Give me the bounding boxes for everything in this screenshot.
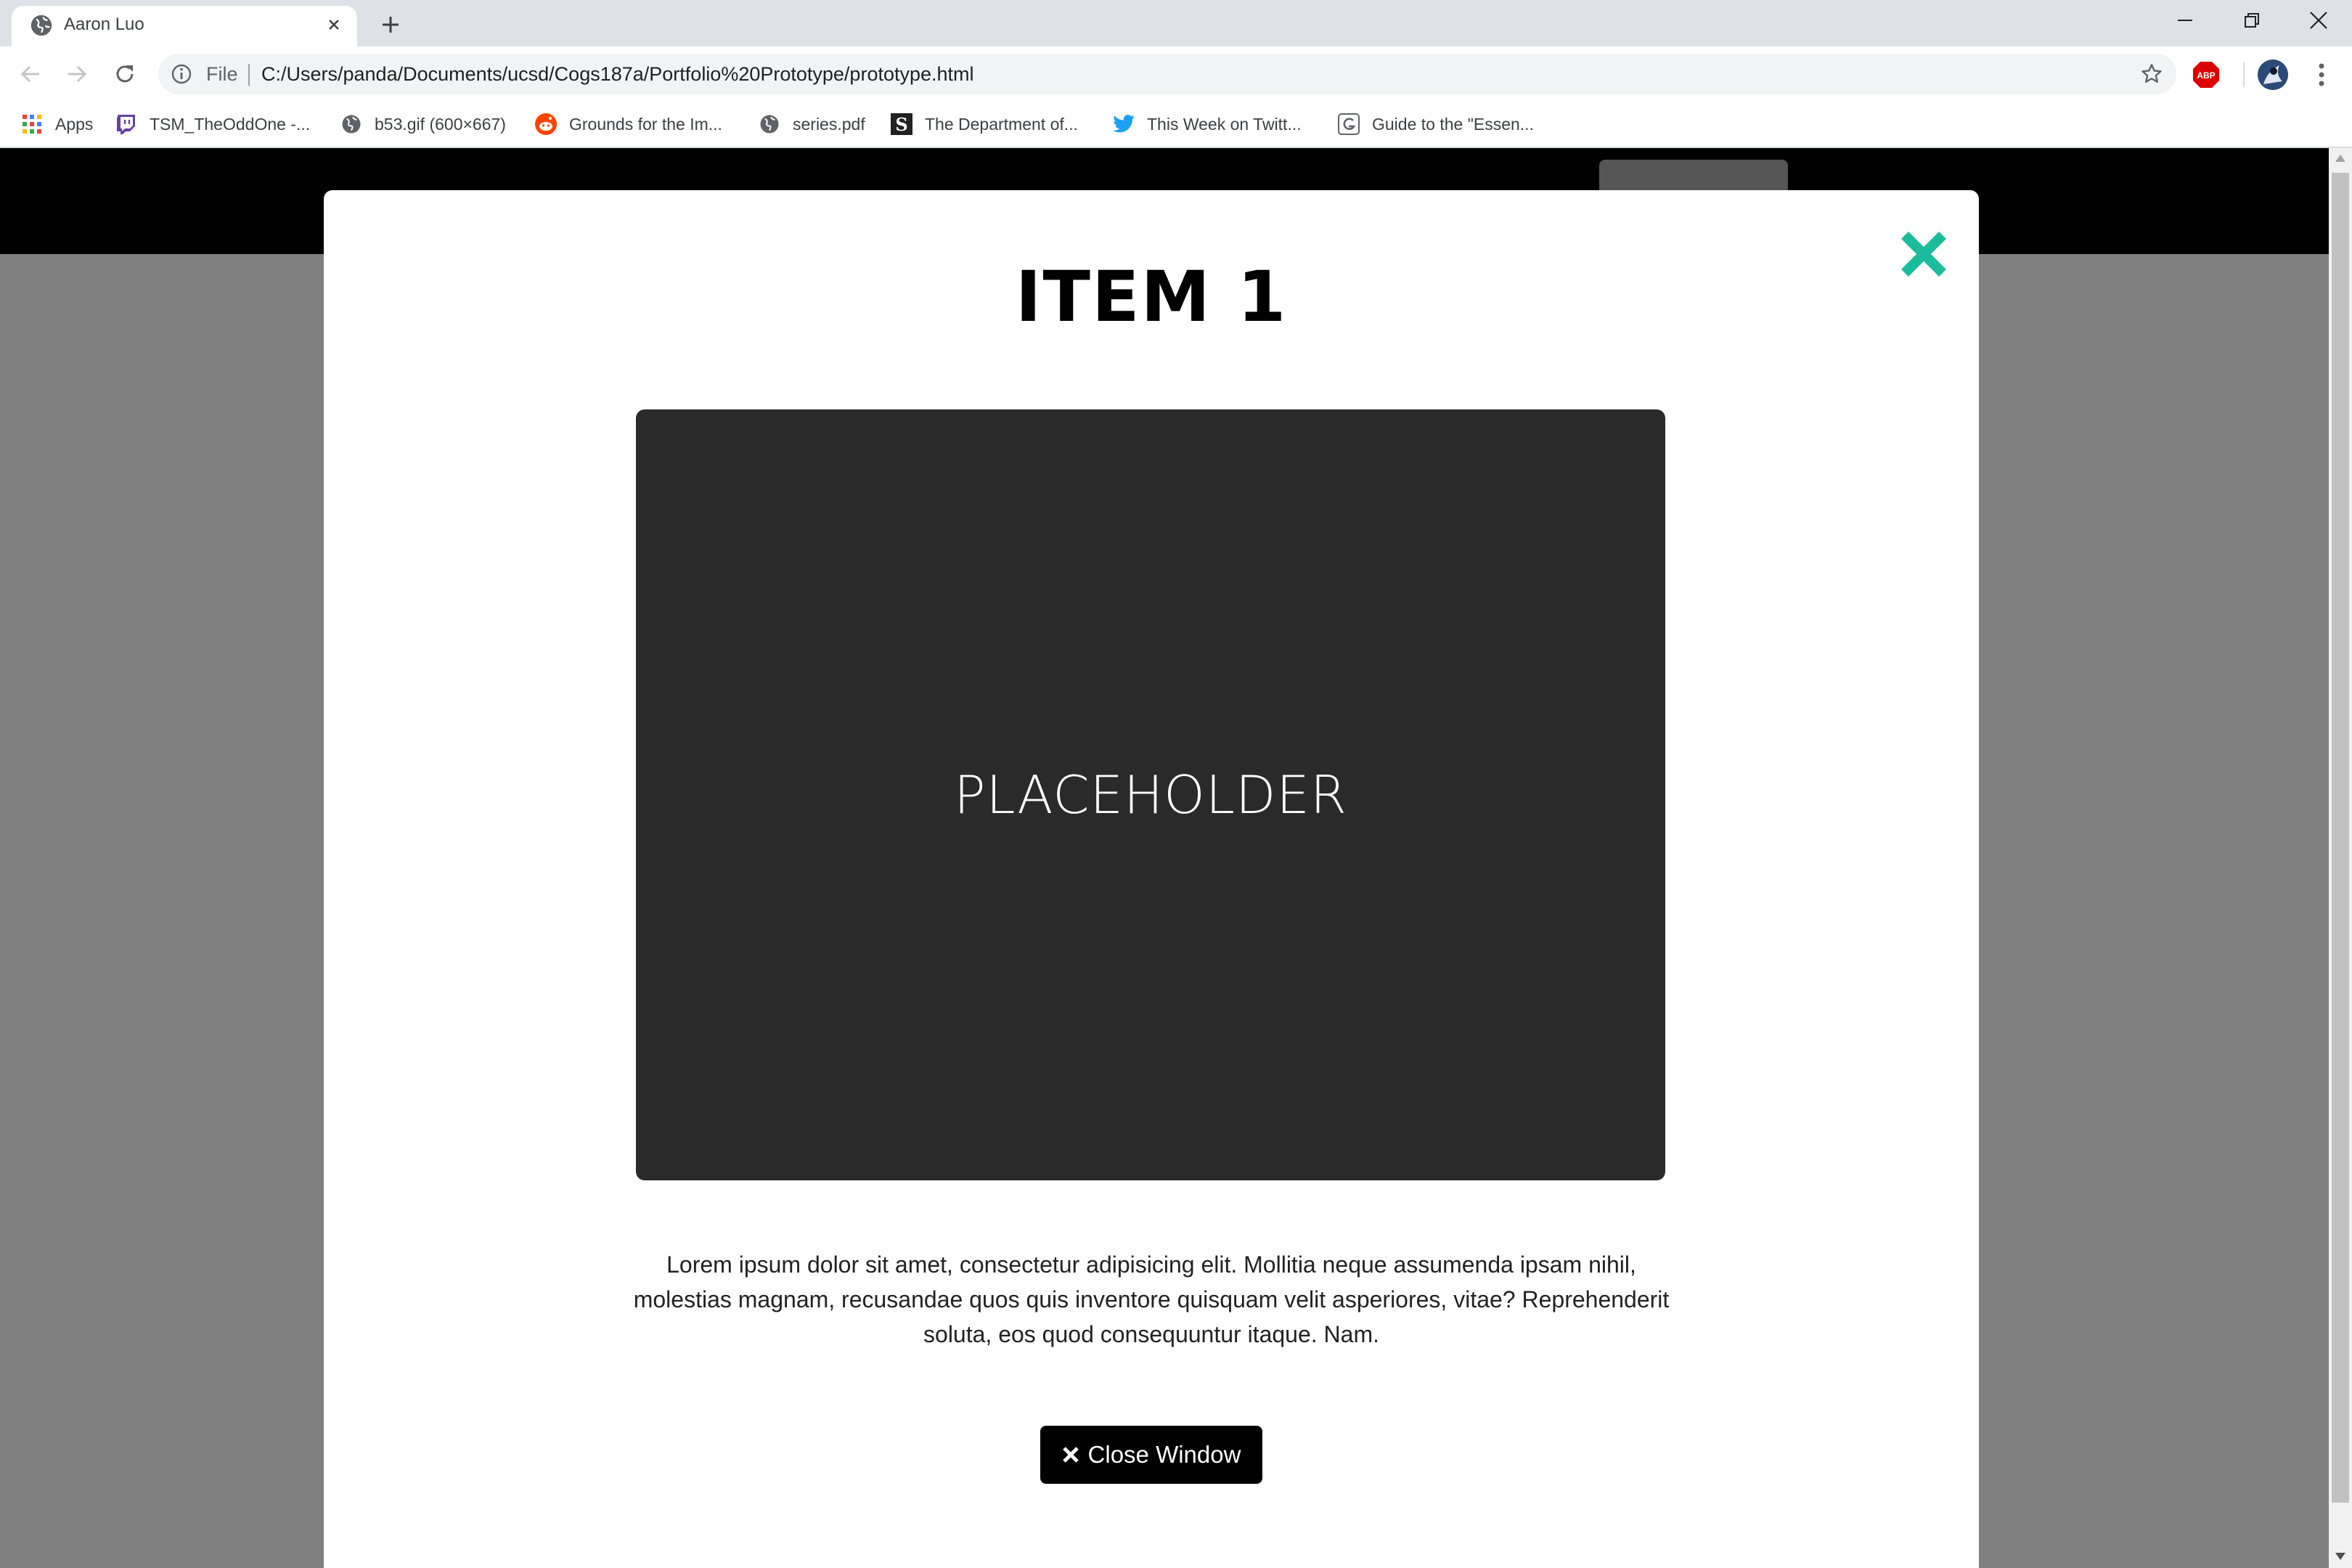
apps-grid-icon <box>20 113 44 136</box>
bookmark-department[interactable]: S The Department of... <box>890 102 1078 147</box>
adblock-extension-icon[interactable]: ABP <box>2192 61 2220 89</box>
tab-close-icon[interactable] <box>318 9 350 41</box>
bookmark-label: The Department of... <box>925 114 1078 134</box>
scroll-down-arrow-icon[interactable] <box>2333 1549 2348 1564</box>
close-icon <box>1062 1446 1079 1463</box>
bookmark-label: b53.gif (600×667) <box>375 114 506 134</box>
tab-strip: Aaron Luo <box>0 0 2352 46</box>
bookmark-label: Apps <box>55 114 94 134</box>
info-icon[interactable] <box>168 61 195 87</box>
bookmark-label: series.pdf <box>793 114 865 134</box>
bookmark-apps[interactable]: Apps <box>20 102 93 147</box>
bookmark-reddit[interactable]: Grounds for the Im... <box>534 102 722 147</box>
restore-icon[interactable] <box>2218 0 2285 41</box>
back-arrow-icon[interactable] <box>13 57 48 91</box>
bookmark-star-icon[interactable] <box>2137 60 2166 89</box>
scrollbar-thumb[interactable] <box>2332 173 2349 1503</box>
profile-avatar[interactable] <box>2258 60 2288 90</box>
placeholder-label: PLACEHOLDER <box>954 764 1347 825</box>
close-window-button[interactable]: Close Window <box>1040 1426 1262 1484</box>
reddit-icon <box>534 113 558 136</box>
bookmark-twitch[interactable]: TSM_TheOddOne -... <box>115 102 310 147</box>
modal-title: ITEM 1 <box>1015 256 1288 338</box>
more-menu-icon[interactable] <box>2307 60 2336 90</box>
reload-icon[interactable] <box>107 57 142 91</box>
globe-icon <box>29 13 54 38</box>
bookmark-guide[interactable]: Guide to the "Essen... <box>1337 102 1534 147</box>
minimize-icon[interactable] <box>2152 0 2218 41</box>
browser-toolbar: File C:/Users/panda/Documents/ucsd/Cogs1… <box>0 46 2352 102</box>
new-tab-plus-icon[interactable] <box>375 9 407 41</box>
bookmark-twitter[interactable]: This Week on Twitt... <box>1112 102 1302 147</box>
browser-tab[interactable]: Aaron Luo <box>12 6 357 46</box>
portfolio-modal: ITEM 1 PLACEHOLDER Lorem ipsum dolor sit… <box>324 190 1979 1568</box>
adblock-label: ABP <box>2197 70 2215 81</box>
url-divider <box>248 64 250 86</box>
url-text[interactable]: C:/Users/panda/Documents/ucsd/Cogs187a/P… <box>261 54 974 94</box>
forward-arrow-icon[interactable] <box>60 57 94 91</box>
twitch-icon <box>115 113 138 136</box>
globe-icon <box>340 113 363 136</box>
twitter-icon <box>1112 113 1135 136</box>
bookmark-site-icon <box>1337 113 1360 136</box>
bookmark-series-pdf[interactable]: series.pdf <box>758 102 865 147</box>
url-scheme-label: File <box>206 63 238 85</box>
bookmark-label: Guide to the "Essen... <box>1372 114 1534 134</box>
globe-icon <box>758 113 781 136</box>
s-logo-icon: S <box>890 113 913 136</box>
page-scrollbar[interactable] <box>2329 148 2352 1568</box>
modal-description: Lorem ipsum dolor sit amet, consectetur … <box>633 1251 1670 1347</box>
window-close-icon[interactable] <box>2285 0 2352 41</box>
bookmark-label: Grounds for the Im... <box>569 114 722 134</box>
scroll-up-arrow-icon[interactable] <box>2333 151 2348 166</box>
bookmarks-bar: Apps TSM_TheOddOne -... b53.gif (600×667… <box>0 102 2352 148</box>
bookmark-label: This Week on Twitt... <box>1147 114 1302 134</box>
bookmark-b53-gif[interactable]: b53.gif (600×667) <box>340 102 506 147</box>
close-window-label: Close Window <box>1087 1441 1241 1468</box>
address-bar[interactable]: File C:/Users/panda/Documents/ucsd/Cogs1… <box>158 54 2176 94</box>
bookmark-label: TSM_TheOddOne -... <box>150 114 311 134</box>
tab-title: Aaron Luo <box>64 15 144 34</box>
project-image-placeholder: PLACEHOLDER <box>636 409 1665 1180</box>
svg-text:S: S <box>895 114 907 135</box>
toolbar-divider <box>2243 62 2245 87</box>
